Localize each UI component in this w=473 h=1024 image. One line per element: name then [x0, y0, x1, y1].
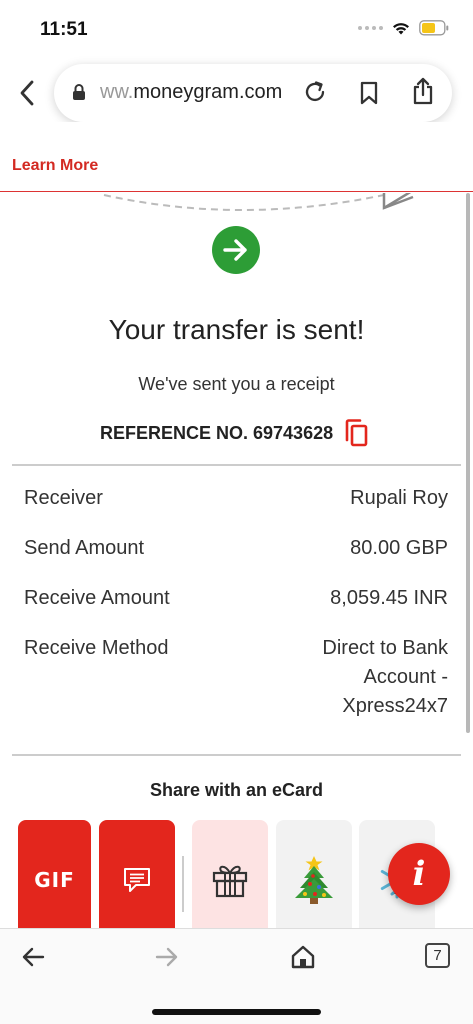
- back-chevron-icon[interactable]: [14, 78, 42, 108]
- learn-more-link[interactable]: Learn More: [12, 157, 98, 175]
- divider: [12, 754, 461, 756]
- url-prefix: ww.: [100, 81, 134, 103]
- christmas-tree-icon: [295, 856, 333, 904]
- detail-label: Receive Amount: [24, 587, 170, 609]
- url-text[interactable]: ww.moneygram.com: [100, 81, 290, 104]
- reload-icon[interactable]: [302, 79, 328, 105]
- bookmark-icon[interactable]: [358, 80, 380, 106]
- ecard-message-option[interactable]: [99, 820, 175, 928]
- divider: [12, 464, 461, 466]
- browser-bottom-toolbar: 7: [0, 928, 473, 1024]
- detail-value: 80.00 GBP: [350, 537, 448, 559]
- status-bar: 11:51: [0, 0, 473, 58]
- reference-number: REFERENCE NO. 69743628: [100, 419, 369, 447]
- card-separator: [182, 856, 184, 912]
- home-icon[interactable]: [289, 943, 317, 971]
- signal-icon: [358, 26, 383, 30]
- battery-icon: [419, 20, 449, 36]
- browser-top-bar: ww.moneygram.com: [0, 58, 473, 130]
- gif-label: GIF: [34, 868, 75, 892]
- detail-row-receive-method: Receive Method Direct to Bank Account - …: [24, 634, 448, 721]
- info-icon: i: [412, 854, 426, 894]
- detail-row-send-amount: Send Amount 80.00 GBP: [24, 534, 448, 563]
- ecard-gif-option[interactable]: GIF: [18, 820, 91, 928]
- lock-icon: [73, 84, 85, 100]
- detail-row-receive-amount: Receive Amount 8,059.45 INR: [24, 584, 448, 613]
- ecard-gift-option[interactable]: [192, 820, 268, 928]
- scrollbar[interactable]: [466, 193, 470, 733]
- main-content: Your transfer is sent! We've sent you a …: [0, 193, 473, 928]
- share-ecard-title: Share with an eCard: [149, 780, 324, 800]
- url-domain: moneygram.com: [133, 81, 283, 103]
- reference-label: REFERENCE NO. 69743628: [100, 422, 334, 443]
- transfer-details: Receiver Rupali Roy Send Amount 80.00 GB…: [24, 484, 448, 742]
- home-indicator[interactable]: [152, 1009, 321, 1015]
- detail-value: Direct to Bank Account - Xpress24x7: [322, 637, 448, 717]
- detail-label: Send Amount: [24, 537, 145, 559]
- success-indicator: [212, 226, 260, 274]
- info-button[interactable]: i: [388, 843, 450, 905]
- confirmation-title: Your transfer is sent!: [108, 314, 365, 345]
- nav-back-icon[interactable]: [20, 945, 46, 969]
- info-banner: Learn More: [0, 122, 473, 192]
- status-time: 11:51: [40, 19, 88, 40]
- detail-label: Receive Method: [24, 637, 169, 659]
- receipt-message: We've sent you a receipt: [138, 374, 335, 394]
- wifi-icon: [393, 22, 409, 34]
- ecard-christmas-option[interactable]: [276, 820, 352, 928]
- detail-value: 8,059.45 INR: [330, 587, 448, 609]
- nav-forward-icon[interactable]: [154, 945, 180, 969]
- tabs-icon[interactable]: 7: [425, 943, 450, 968]
- gift-icon: [212, 865, 248, 898]
- detail-row-receiver: Receiver Rupali Roy: [24, 484, 448, 513]
- dashed-arc-decoration: [103, 193, 414, 211]
- address-bar[interactable]: ww.moneygram.com: [54, 64, 452, 122]
- copy-icon[interactable]: [343, 419, 369, 447]
- status-icons: [358, 20, 449, 36]
- detail-value: Rupali Roy: [350, 487, 448, 509]
- detail-label: Receiver: [24, 487, 103, 509]
- arrow-right-icon: [223, 239, 247, 261]
- message-icon: [124, 868, 150, 892]
- share-icon[interactable]: [410, 76, 436, 106]
